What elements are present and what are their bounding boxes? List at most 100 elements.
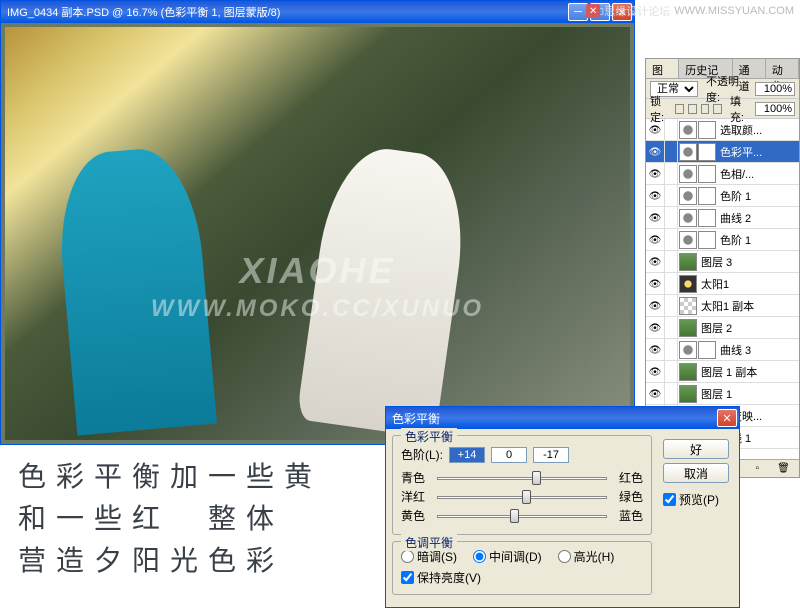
levels-label: 色阶(L): [401,446,443,463]
link-cell[interactable] [664,119,678,140]
link-cell[interactable] [664,229,678,250]
layer-row[interactable]: 色彩平... [646,141,799,163]
visibility-icon[interactable] [646,278,664,290]
preserve-luminosity-checkbox[interactable]: 保持亮度(V) [401,569,643,586]
visibility-icon[interactable] [646,212,664,224]
layer-thumb [679,187,697,205]
link-cell[interactable] [664,383,678,404]
fill-label: 填充: [730,93,751,125]
layer-row[interactable]: 色阶 1 [646,185,799,207]
image-content: XIAOHE WWW.MOKO.CC/XUNUO [5,27,630,440]
mask-thumb [698,231,716,249]
link-cell[interactable] [664,361,678,382]
color-slider[interactable] [437,508,607,524]
visibility-icon[interactable] [646,146,664,158]
layer-row[interactable]: 太阳1 副本 [646,295,799,317]
fill-input[interactable] [755,102,795,116]
layer-row[interactable]: 图层 1 副本 [646,361,799,383]
visibility-icon[interactable] [646,366,664,378]
layer-name: 图层 1 [698,386,799,402]
group-tone-balance-label: 色调平衡 [401,534,457,551]
layer-row[interactable]: 选取颜... [646,119,799,141]
document-titlebar[interactable]: IMG_0434 副本.PSD @ 16.7% (色彩平衡 1, 图层蒙版/8)… [1,1,634,23]
close-icon: ✕ [586,4,600,18]
visibility-icon[interactable] [646,234,664,246]
minimize-button[interactable]: ─ [568,3,588,21]
tab-actions[interactable]: 动作 [766,59,799,78]
link-cell[interactable] [664,273,678,294]
level-magenta-green-input[interactable] [491,447,527,463]
caption-line: 和一些红 整体 [18,498,322,540]
page-watermark: ✕ 思缘设计论坛 WWW.MISSYUAN.COM [586,3,794,19]
visibility-icon[interactable] [646,388,664,400]
watermark-brand: 思缘设计论坛 [604,3,670,19]
visibility-icon[interactable] [646,168,664,180]
link-cell[interactable] [664,185,678,206]
caption-line: 色彩平衡加一些黄 [18,456,322,498]
link-cell[interactable] [664,295,678,316]
visibility-icon[interactable] [646,300,664,312]
layer-name: 图层 1 副本 [698,364,799,380]
visibility-icon[interactable] [646,190,664,202]
delete-layer-icon[interactable]: 🗑 [777,463,790,474]
layer-row[interactable]: 图层 2 [646,317,799,339]
lock-all-icon[interactable] [713,104,722,114]
visibility-icon[interactable] [646,256,664,268]
layer-row[interactable]: 色相/... [646,163,799,185]
layer-name: 图层 3 [698,254,799,270]
layer-row[interactable]: 图层 3 [646,251,799,273]
link-cell[interactable] [664,163,678,184]
watermark-url: WWW.MISSYUAN.COM [674,5,794,17]
link-cell[interactable] [664,317,678,338]
layer-name: 太阳1 [698,276,799,292]
document-window: IMG_0434 副本.PSD @ 16.7% (色彩平衡 1, 图层蒙版/8)… [0,0,635,445]
layer-row[interactable]: 太阳1 [646,273,799,295]
layer-thumb [679,143,697,161]
link-cell[interactable] [664,141,678,162]
slider-left-label: 黄色 [401,507,431,524]
slider-left-label: 青色 [401,469,431,486]
ok-button[interactable]: 好 [663,439,729,459]
color-slider[interactable] [437,470,607,486]
caption-line: 营造夕阳光色彩 [18,540,322,582]
cancel-button[interactable]: 取消 [663,463,729,483]
preview-checkbox[interactable]: 预览(P) [663,491,729,508]
layer-name: 太阳1 副本 [698,298,799,314]
slider-right-label: 蓝色 [613,507,643,524]
lock-transparent-icon[interactable] [675,104,684,114]
slider-right-label: 绿色 [613,488,643,505]
document-canvas[interactable]: XIAOHE WWW.MOKO.CC/XUNUO [1,23,634,444]
lock-move-icon[interactable] [701,104,710,114]
link-cell[interactable] [664,207,678,228]
layer-row[interactable]: 色阶 1 [646,229,799,251]
link-cell[interactable] [664,251,678,272]
layer-row[interactable]: 曲线 3 [646,339,799,361]
layer-row[interactable]: 曲线 2 [646,207,799,229]
image-watermark-1: XIAOHE [239,250,395,292]
visibility-icon[interactable] [646,124,664,136]
tone-midtones-radio[interactable]: 中间调(D) [473,548,542,565]
link-cell[interactable] [664,339,678,360]
new-layer-icon[interactable]: ▫ [755,463,759,474]
opacity-input[interactable] [755,82,795,96]
layer-row[interactable]: 图层 1 [646,383,799,405]
visibility-icon[interactable] [646,344,664,356]
lock-paint-icon[interactable] [688,104,697,114]
layer-name: 选取颜... [717,122,799,138]
layer-name: 色彩平... [717,144,799,160]
tab-layers[interactable]: 图层 [646,59,679,78]
group-color-balance-label: 色彩平衡 [401,428,457,445]
image-watermark-2: WWW.MOKO.CC/XUNUO [151,295,484,323]
dialog-close-button[interactable]: ✕ [717,409,737,427]
slider-left-label: 洋红 [401,488,431,505]
layer-thumb [679,275,697,293]
layer-name: 色阶 1 [717,232,799,248]
tone-highlights-radio[interactable]: 高光(H) [558,548,615,565]
mask-thumb [698,121,716,139]
visibility-icon[interactable] [646,322,664,334]
dialog-titlebar[interactable]: 色彩平衡 ✕ [386,407,739,429]
level-cyan-red-input[interactable] [449,447,485,463]
mask-thumb [698,165,716,183]
color-slider[interactable] [437,489,607,505]
level-yellow-blue-input[interactable] [533,447,569,463]
